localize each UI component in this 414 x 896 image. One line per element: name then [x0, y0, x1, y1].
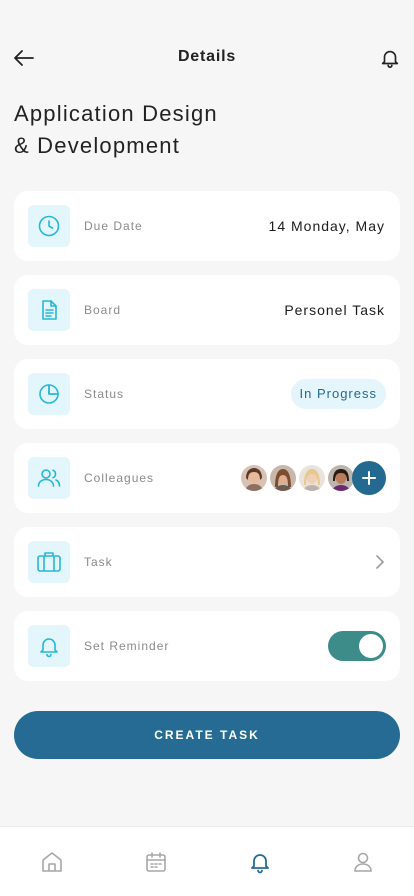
bell-icon	[381, 50, 399, 68]
document-icon	[28, 289, 70, 331]
due-date-row[interactable]: Due Date 14 Monday, May	[14, 191, 400, 261]
due-date-label: Due Date	[84, 219, 143, 233]
due-date-value: 14 Monday, May	[268, 218, 385, 234]
plus-icon	[362, 471, 376, 485]
task-row[interactable]: Task	[14, 527, 400, 597]
status-badge[interactable]: In Progress	[290, 379, 386, 409]
notifications-button[interactable]	[376, 44, 404, 72]
bottom-navigation	[0, 826, 414, 896]
colleagues-label: Colleagues	[84, 471, 155, 485]
colleagues-row[interactable]: Colleagues	[14, 443, 400, 513]
pie-chart-icon	[28, 373, 70, 415]
board-value: Personel Task	[284, 302, 385, 318]
board-label: Board	[84, 303, 122, 317]
create-task-button[interactable]: CREATE TASK	[14, 711, 400, 759]
page-title: Application Design & Development	[14, 98, 314, 162]
calendar-icon	[146, 852, 166, 872]
avatar[interactable]	[297, 463, 327, 493]
task-label: Task	[84, 555, 113, 569]
nav-calendar[interactable]	[143, 849, 169, 875]
reminder-toggle[interactable]	[328, 631, 386, 661]
nav-notifications[interactable]	[247, 849, 273, 875]
chevron-right-icon[interactable]	[374, 554, 386, 570]
user-icon	[354, 852, 372, 872]
board-row[interactable]: Board Personel Task	[14, 275, 400, 345]
bell-icon	[28, 625, 70, 667]
bell-icon	[251, 854, 269, 874]
header-title: Details	[177, 48, 237, 65]
status-row[interactable]: Status In Progress	[14, 359, 400, 429]
briefcase-icon	[28, 541, 70, 583]
reminder-label: Set Reminder	[84, 639, 170, 653]
reminder-row[interactable]: Set Reminder	[14, 611, 400, 681]
add-colleague-button[interactable]	[352, 461, 386, 495]
colleague-avatars	[239, 461, 386, 495]
nav-profile[interactable]	[350, 849, 376, 875]
home-icon	[42, 852, 62, 872]
avatar[interactable]	[239, 463, 269, 493]
users-icon	[28, 457, 70, 499]
nav-home[interactable]	[39, 849, 65, 875]
avatar[interactable]	[268, 463, 298, 493]
status-label: Status	[84, 387, 125, 401]
page-title-line2: & Development	[14, 133, 181, 158]
clock-icon	[28, 205, 70, 247]
page-title-line1: Application Design	[14, 101, 218, 126]
toggle-knob	[359, 634, 383, 658]
